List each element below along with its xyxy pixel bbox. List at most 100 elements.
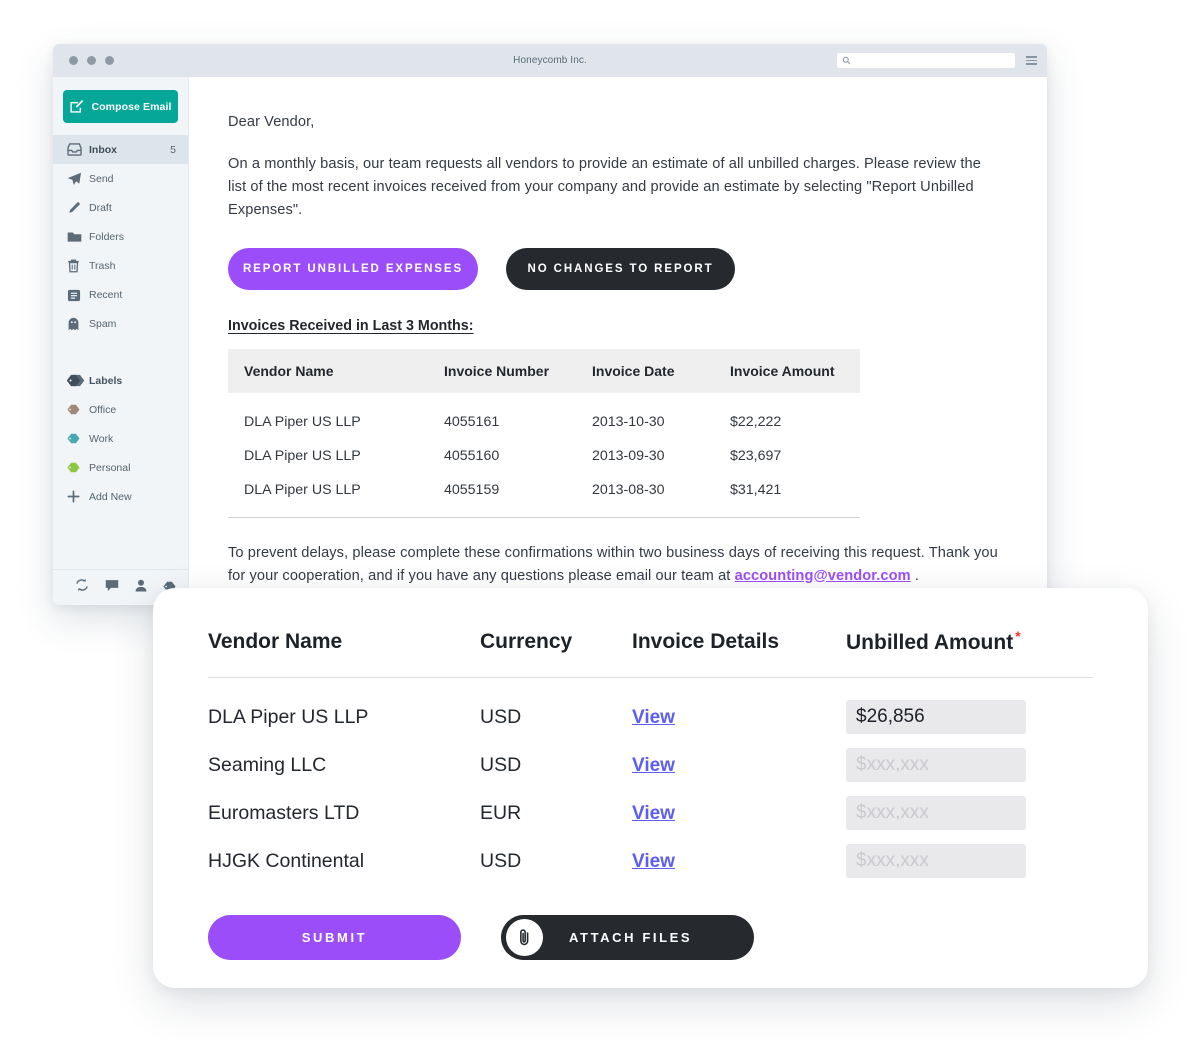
report-unbilled-expenses-button[interactable]: REPORT UNBILLED EXPENSES [228,248,478,290]
sidebar-label-text: Office [89,403,117,416]
sidebar-item-label: Inbox [89,143,117,156]
table-row: DLA Piper US LLP USD View [208,678,1093,734]
cell-invoice-amount: $31,421 [714,473,860,518]
sync-icon[interactable] [75,578,89,597]
view-invoice-link[interactable]: View [632,803,675,824]
mail-window: Honeycomb Inc. Compose Email Inbox 5 Sen… [53,44,1047,605]
column-header-currency: Currency [480,628,632,678]
table-row: DLA Piper US LLP 4055159 2013-08-30 $31,… [228,473,860,518]
unbilled-table: Vendor Name Currency Invoice Details Unb… [208,628,1093,878]
sidebar-item-label: Trash [89,259,116,272]
sidebar-item-inbox[interactable]: Inbox 5 [53,135,188,164]
cell-currency: EUR [480,801,522,824]
sidebar-item-label: Recent [89,288,123,301]
sidebar-add-new-label[interactable]: Add New [53,482,188,511]
unbilled-amount-input[interactable] [846,748,1026,782]
folder-icon [67,231,89,243]
cell-vendor-name: DLA Piper US LLP [244,414,361,430]
sidebar-item-folders[interactable]: Folders [53,222,188,251]
view-invoice-link[interactable]: View [632,707,675,728]
column-header-vendor-name: Vendor Name [228,349,428,393]
cell-vendor-name: DLA Piper US LLP [208,705,369,728]
compose-email-label: Compose Email [91,100,172,113]
table-header-row: Vendor Name Invoice Number Invoice Date … [228,349,860,393]
sidebar-divider-space [53,338,188,366]
cell-invoice-date: 2013-08-30 [576,473,714,518]
trash-icon [67,259,89,273]
cell-invoice-date: 2013-10-30 [592,414,665,430]
column-header-invoice-details: Invoice Details [632,628,846,678]
chat-icon[interactable] [105,579,119,597]
invoices-table-heading: Invoices Received in Last 3 Months: [228,318,474,334]
sidebar-label-text: Work [89,432,114,445]
required-marker: * [1015,628,1021,644]
cell-invoice-number: 4055159 [428,473,576,518]
search-input[interactable] [837,53,1015,68]
column-header-invoice-number: Invoice Number [428,349,576,393]
table-header-row: Vendor Name Currency Invoice Details Unb… [208,628,1093,678]
unbilled-amount-input[interactable] [846,700,1026,734]
ghost-icon [67,317,89,331]
sidebar-section-labels[interactable]: Labels [53,366,188,395]
sidebar-item-spam[interactable]: Spam [53,309,188,338]
sidebar-nav: Inbox 5 Send Draft Folders Trash Recent … [53,135,188,511]
attach-files-label: ATTACH FILES [569,930,693,945]
sidebar-label-work[interactable]: Work [53,424,188,453]
email-content: Dear Vendor, On a monthly basis, our tea… [189,77,1047,605]
contact-icon[interactable] [135,579,147,597]
no-changes-to-report-button[interactable]: NO CHANGES TO REPORT [506,248,735,290]
invoices-table: Vendor Name Invoice Number Invoice Date … [228,349,860,518]
column-header-vendor-name: Vendor Name [208,628,480,678]
recent-icon [67,288,89,302]
send-icon [67,172,89,186]
search-icon [842,56,851,65]
paperclip-icon [506,919,543,956]
unbilled-amount-input[interactable] [846,796,1026,830]
column-header-invoice-amount: Invoice Amount [714,349,860,393]
compose-icon [70,100,84,113]
cell-vendor-name: Euromasters LTD [208,801,360,824]
sidebar-item-label: Send [89,172,114,185]
table-row: Euromasters LTD EUR View [208,782,1093,830]
email-body: On a monthly basis, our team requests al… [228,156,981,218]
attach-files-button[interactable]: ATTACH FILES [501,915,754,960]
view-invoice-link[interactable]: View [632,851,675,872]
hamburger-icon[interactable] [1026,56,1037,65]
sidebar-item-recent[interactable]: Recent [53,280,188,309]
cell-vendor-name: DLA Piper US LLP [228,473,428,518]
table-row: HJGK Continental USD View [208,830,1093,878]
column-header-unbilled-amount: Unbilled Amount * [846,628,1093,678]
submit-button[interactable]: SUBMIT [208,915,461,960]
sidebar-item-send[interactable]: Send [53,164,188,193]
email-closing: To prevent delays, please complete these… [228,542,998,588]
sidebar-item-draft[interactable]: Draft [53,193,188,222]
cell-invoice-number: 4055161 [444,414,500,430]
table-row: DLA Piper US LLP 4055161 2013-10-30 $22,… [228,393,860,439]
accounting-email-link[interactable]: accounting@vendor.com [735,568,911,584]
labels-icon [67,374,89,387]
labels-header-label: Labels [89,374,123,387]
view-invoice-link[interactable]: View [632,755,675,776]
cell-currency: USD [480,705,522,728]
unbilled-amount-input[interactable] [846,844,1026,878]
window-titlebar: Honeycomb Inc. [53,44,1047,77]
email-closing-suffix: . [910,567,920,584]
cell-currency: USD [480,753,522,776]
inbox-unread-badge: 5 [170,143,176,156]
cell-invoice-amount: $23,697 [730,448,782,464]
compose-email-button[interactable]: Compose Email [63,90,178,123]
table-row: DLA Piper US LLP 4055160 2013-09-30 $23,… [228,439,860,473]
sidebar-item-label: Folders [89,230,125,243]
cell-vendor-name: Seaming LLC [208,753,327,776]
sidebar-label-personal[interactable]: Personal [53,453,188,482]
cell-invoice-number: 4055160 [444,448,500,464]
sidebar-item-trash[interactable]: Trash [53,251,188,280]
sidebar-item-label: Draft [89,201,112,214]
sidebar-label-text: Personal [89,461,131,474]
sidebar-label-office[interactable]: Office [53,395,188,424]
tag-icon [67,462,89,473]
sidebar-add-new-text: Add New [89,490,132,503]
cell-invoice-date: 2013-09-30 [592,448,665,464]
column-header-unbilled-amount-label: Unbilled Amount [846,631,1014,654]
